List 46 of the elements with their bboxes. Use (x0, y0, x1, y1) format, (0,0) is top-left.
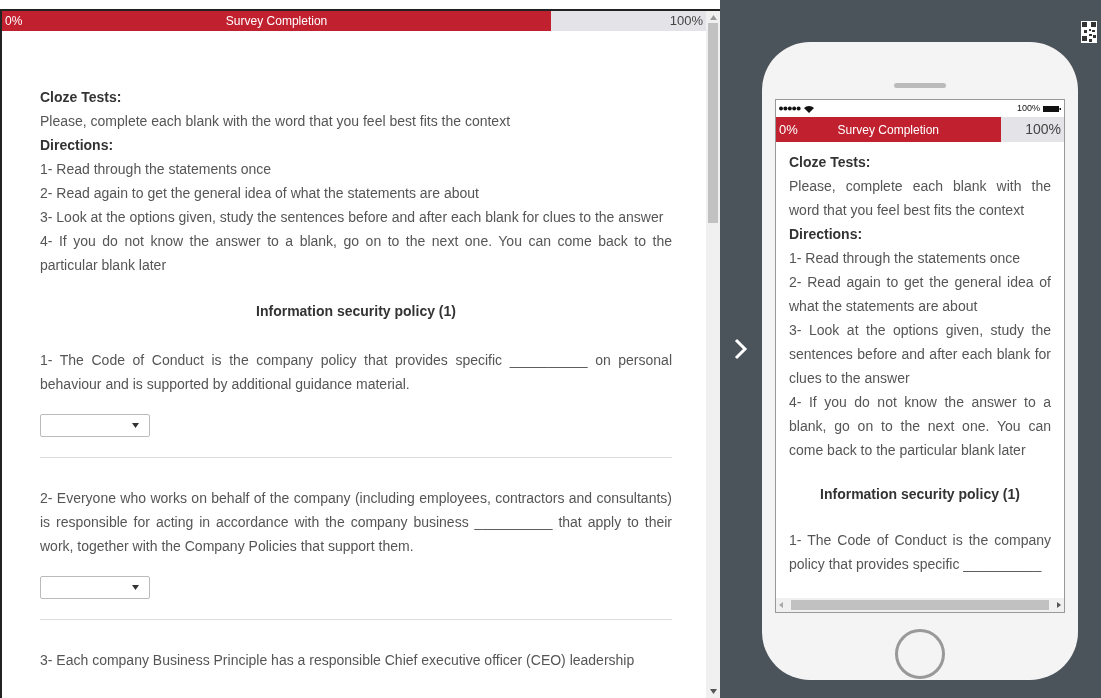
intro-heading: Cloze Tests: (789, 153, 872, 172)
intro-text: Please, complete each blank with the word that you feel best fits the context (789, 177, 1051, 220)
question-text: 1- The Code of Conduct is the company policy that provides specific __________ on personal behaviour and is supported by additional guidance material. (40, 351, 672, 394)
progress-end-label: 100% (1025, 120, 1061, 139)
progress-start-label: 0% (5, 13, 23, 30)
direction-item: 2- Read again to get the general idea of what the statements are about (789, 273, 1051, 316)
horizontal-scrollbar[interactable] (776, 598, 1064, 612)
directions-heading: Directions: (789, 225, 864, 244)
battery-label: 100% (1016, 101, 1040, 115)
direction-item: 2- Read again to get the general idea of what the statements are about (40, 184, 480, 203)
scroll-left-icon[interactable] (779, 602, 783, 608)
direction-item: 4- If you do not know the answer to a blank, go on to the next one. You can come back to the particular blank later (789, 393, 1051, 460)
scroll-down-icon[interactable] (709, 689, 717, 694)
wifi-icon (804, 104, 814, 113)
section-title: Information security policy (1) (819, 485, 1021, 504)
direction-item: 1- Read through the statements once (789, 249, 1022, 268)
phone-speaker (894, 83, 946, 88)
intro-text: Please, complete each blank with the word that you feel best fits the context (40, 112, 512, 131)
qr-code-icon[interactable] (1081, 21, 1097, 43)
direction-item: 1- Read through the statements once (40, 160, 273, 179)
progress-title: Survey Completion (837, 121, 939, 139)
scrollbar-thumb[interactable] (791, 600, 1049, 610)
intro-heading: Cloze Tests: (40, 88, 123, 107)
directions-heading: Directions: (40, 136, 115, 155)
scroll-right-icon[interactable] (1057, 602, 1061, 608)
answer-dropdown[interactable] (40, 414, 150, 437)
scrollbar-thumb[interactable] (708, 23, 718, 223)
question-text: 3- Each company Business Principle has a responsible Chief executive officer (CEO) leadership (40, 651, 636, 670)
question-text: 1- The Code of Conduct is the company policy that provides specific __________ (789, 531, 1051, 574)
scroll-up-icon[interactable] (709, 15, 717, 20)
scrollbar[interactable] (706, 11, 720, 698)
dropdown-arrow-icon (132, 423, 139, 428)
chevron-right-icon[interactable] (734, 338, 748, 360)
progress-start-label: 0% (779, 120, 798, 139)
battery-icon (1043, 105, 1061, 112)
question-text: 2- Everyone who works on behalf of the company (including employees, contractors and consultants) is responsible for acting in accordance with the company business __________ that apply to their work, together with the Company Policies that support them. (40, 489, 672, 556)
answer-dropdown[interactable] (40, 576, 150, 599)
direction-item: 3- Look at the options given, study the sentences before and after each blank for clues to the answer (40, 208, 665, 227)
progress-end-label: 100% (669, 12, 703, 31)
direction-item: 3- Look at the options given, study the sentences before and after each blank for clues to the answer (789, 321, 1051, 388)
dropdown-arrow-icon (132, 585, 139, 590)
progress-title: Survey Completion (225, 13, 328, 30)
section-title: Information security policy (1) (255, 302, 457, 321)
direction-item: 4- If you do not know the answer to a blank, go on to the next one. You can come back to the particular blank later (40, 232, 672, 275)
home-button[interactable] (895, 629, 945, 679)
signal-icon (779, 106, 801, 111)
